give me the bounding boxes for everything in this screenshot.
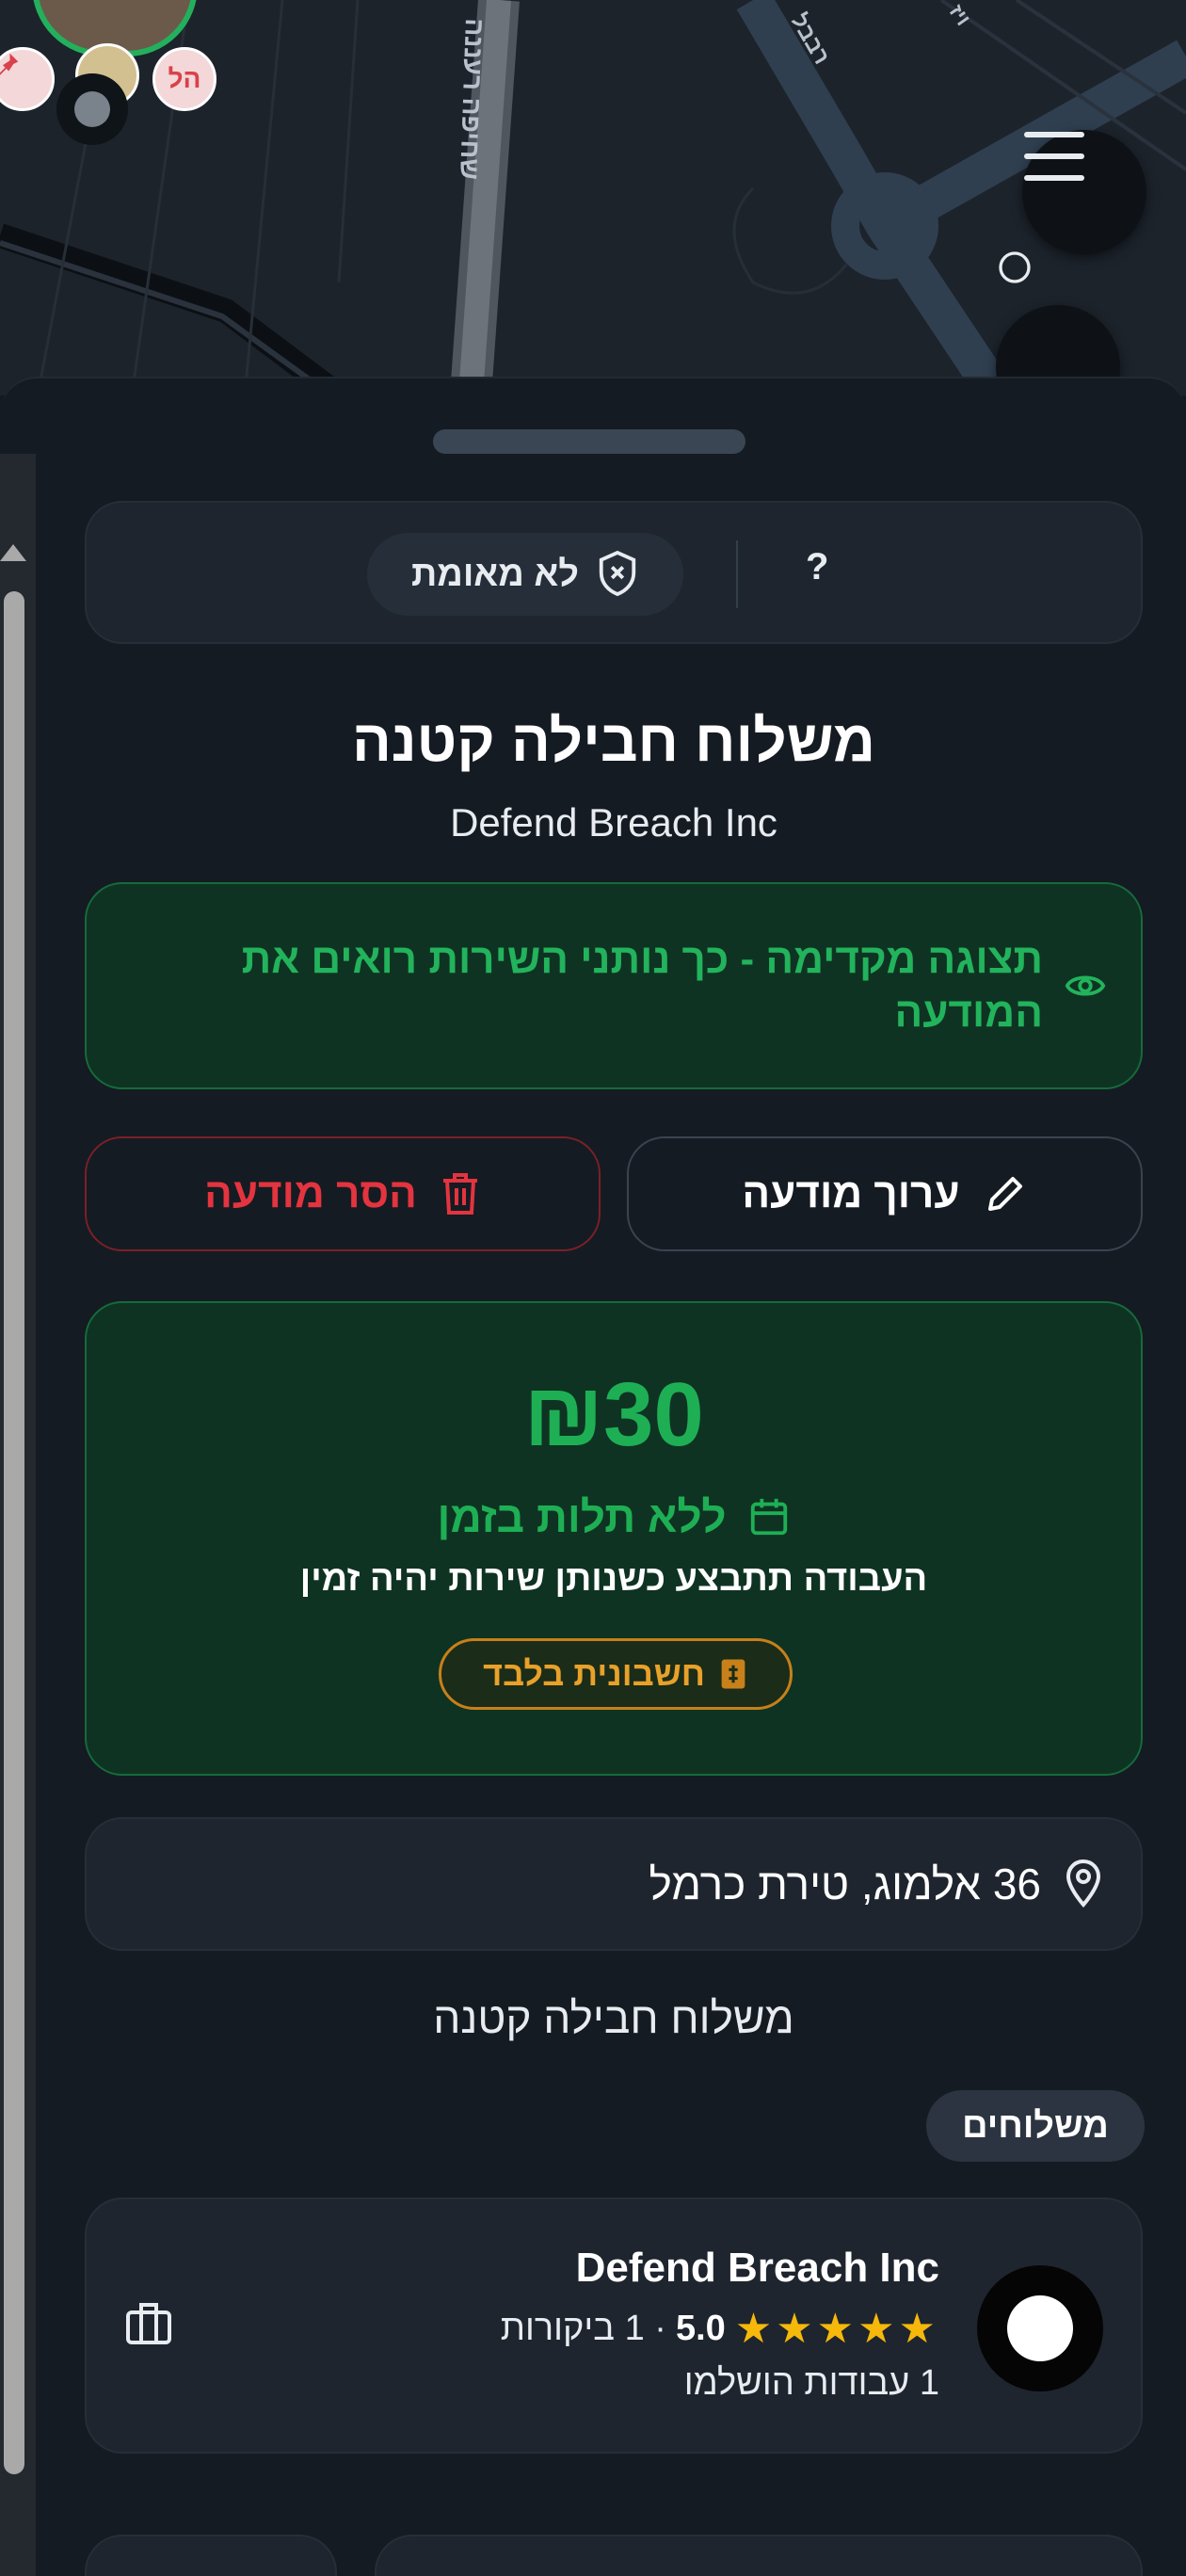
verification-bar: לא מאומת ? bbox=[85, 501, 1143, 644]
address-card[interactable]: 36 אלמוג, טירת כרמל bbox=[85, 1817, 1143, 1951]
invoice-badge: חשבונית בלבד bbox=[439, 1638, 793, 1710]
primary-action-button[interactable] bbox=[375, 2535, 1143, 2576]
scroll-up-icon[interactable] bbox=[0, 544, 26, 561]
provider-rating-row: ★★★★★ 5.0 · 1 ביקורות bbox=[501, 2305, 939, 2353]
rating-value: 5.0 bbox=[675, 2309, 726, 2348]
edit-listing-label: ערוך מודעה bbox=[742, 1170, 960, 1216]
provider-avatar[interactable] bbox=[977, 2265, 1103, 2391]
listing-sheet: לא מאומת ? משלוח חבילה קטנה Defend Breac… bbox=[0, 377, 1186, 2576]
remove-listing-button[interactable]: הסר מודעה bbox=[85, 1136, 601, 1251]
calendar-icon bbox=[750, 1498, 787, 1536]
menu-button[interactable] bbox=[1022, 130, 1146, 254]
receipt-icon bbox=[721, 1659, 745, 1689]
preview-notice-text: תצוגה מקדימה - כך נותני השירות רואים את … bbox=[241, 935, 1043, 1036]
pencil-icon bbox=[987, 1177, 1022, 1211]
rating-stars: ★★★★★ bbox=[734, 2306, 939, 2352]
invoice-label: חשבונית בלבד bbox=[483, 1654, 705, 1693]
category-tag: משלוחים bbox=[926, 2090, 1145, 2162]
trash-icon bbox=[442, 1173, 477, 1215]
timing-description: העבודה תתבצע כשנותן שירות יהיה זמין bbox=[299, 1559, 928, 1599]
review-count: · 1 ביקורות bbox=[500, 2309, 666, 2348]
provider-name: Defend Breach Inc bbox=[575, 2245, 939, 2291]
price-card: ₪30 ללא תלות בזמן העבודה תתבצע כשנותן שי… bbox=[85, 1301, 1143, 1776]
divider bbox=[736, 540, 738, 608]
scrollbar[interactable] bbox=[0, 454, 36, 2576]
eye-icon bbox=[1065, 975, 1106, 996]
location-pin-icon bbox=[1066, 1860, 1101, 1908]
completed-jobs: 1 עבודות הושלמו bbox=[683, 2363, 939, 2403]
street-label: שחיפה רעננה bbox=[455, 17, 489, 181]
price-value: ₪30 bbox=[523, 1364, 704, 1465]
remove-listing-label: הסר מודעה bbox=[204, 1170, 417, 1216]
edit-listing-button[interactable]: ערוך מודעה bbox=[627, 1136, 1143, 1251]
verification-status-button[interactable]: לא מאומת bbox=[367, 533, 683, 616]
timing-row: ללא תלות בזמן bbox=[87, 1491, 1141, 1542]
compass-icon bbox=[999, 251, 1031, 283]
address-text: 36 אלמוג, טירת כרמל bbox=[649, 1860, 1041, 1908]
secondary-action-button[interactable] bbox=[85, 2535, 337, 2576]
pin-label-marker[interactable]: הל bbox=[152, 47, 216, 111]
briefcase-icon[interactable] bbox=[124, 2301, 173, 2346]
shield-x-icon bbox=[599, 550, 636, 597]
listing-description: משלוח חבילה קטנה bbox=[433, 1993, 794, 2042]
timing-label: ללא תלות בזמן bbox=[437, 1492, 727, 1541]
listing-title: משלוח חבילה קטנה bbox=[351, 709, 876, 774]
verification-status-label: לא מאומת bbox=[410, 554, 580, 594]
location-dot-button[interactable] bbox=[56, 73, 128, 145]
listing-owner: Defend Breach Inc bbox=[450, 800, 777, 845]
help-button[interactable]: ? bbox=[806, 546, 828, 588]
sheet-drag-handle[interactable] bbox=[433, 429, 745, 454]
hamburger-icon bbox=[1024, 132, 1084, 181]
provider-card[interactable]: Defend Breach Inc ★★★★★ 5.0 · 1 ביקורות … bbox=[85, 2198, 1143, 2454]
map-view[interactable]: שחיפה רעננה רבבל ויז הל bbox=[0, 0, 1186, 395]
scrollbar-thumb[interactable] bbox=[4, 591, 24, 2474]
preview-notice: תצוגה מקדימה - כך נותני השירות רואים את … bbox=[85, 882, 1143, 1089]
